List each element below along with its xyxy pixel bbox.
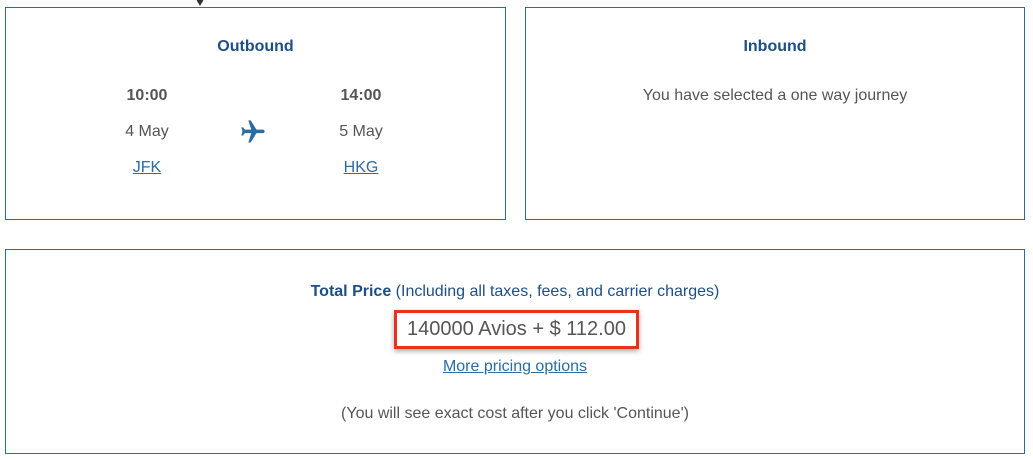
mouse-cursor-icon: [196, 0, 204, 6]
price-amount: 140000 Avios + $ 112.00: [394, 310, 639, 349]
inbound-title: Inbound: [743, 38, 807, 55]
outbound-panel: Outbound 10:00 4 May JFK 14:00 5 May HKG: [5, 7, 506, 220]
more-pricing-options: More pricing options: [6, 358, 1024, 376]
total-price-heading: Total Price (Including all taxes, fees, …: [6, 283, 1024, 301]
inbound-panel: Inbound You have selected a one way jour…: [525, 7, 1025, 220]
total-price-label: Total Price: [310, 283, 392, 300]
flight-summary-page: Outbound 10:00 4 May JFK 14:00 5 May HKG…: [0, 0, 1033, 460]
arrival-date: 5 May: [339, 123, 383, 140]
total-price-panel: Total Price (Including all taxes, fees, …: [5, 249, 1025, 454]
more-pricing-options-link[interactable]: More pricing options: [443, 358, 587, 375]
one-way-message: You have selected a one way journey: [642, 87, 908, 104]
outbound-title: Outbound: [217, 38, 294, 55]
departure-airport-link[interactable]: JFK: [87, 159, 207, 177]
arrival-airport-link[interactable]: HKG: [301, 159, 421, 177]
plane-icon: [241, 120, 265, 143]
total-price-note: (Including all taxes, fees, and carrier …: [395, 283, 720, 300]
arrival-time: 14:00: [340, 87, 382, 104]
departure-date: 4 May: [125, 123, 169, 140]
departure-time: 10:00: [126, 87, 168, 104]
continue-note: (You will see exact cost after you click…: [341, 405, 689, 422]
